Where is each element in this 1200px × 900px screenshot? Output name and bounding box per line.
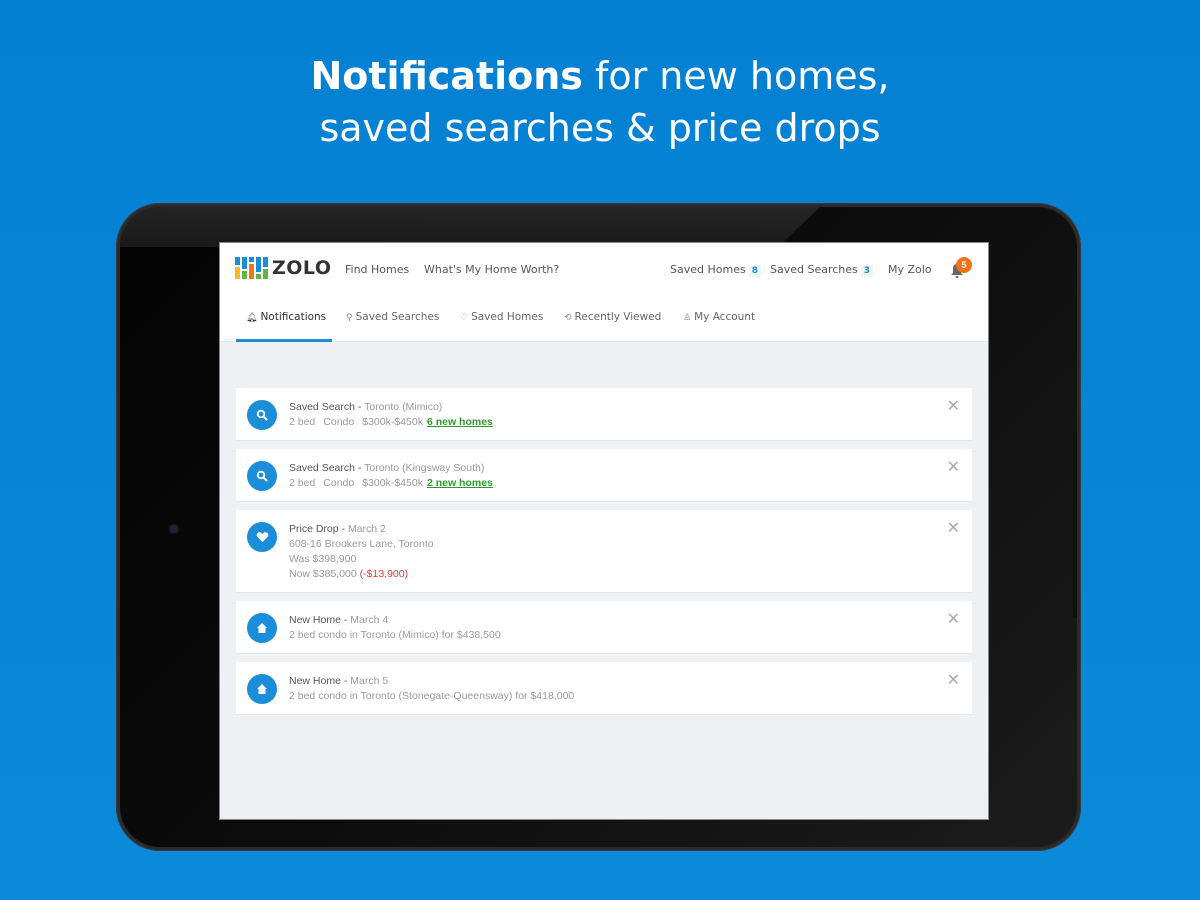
tab-saved-homes[interactable]: ♡ Saved Homes (460, 311, 543, 323)
notification-type: Price Drop (289, 523, 339, 535)
camera-icon (170, 525, 178, 533)
home-icon (247, 674, 277, 704)
active-tab-indicator (236, 339, 332, 342)
saved-search-icon: ⚲ (346, 313, 353, 323)
notification-meta: March 5 (350, 675, 389, 687)
beds: 2 bed (289, 416, 316, 428)
price-range: $300k-$450k (362, 416, 423, 428)
notification-item[interactable]: New Home - March 4 2 bed condo in Toront… (236, 601, 972, 654)
tab-recently-viewed[interactable]: ⟲ Recently Viewed (564, 311, 661, 323)
saved-homes-count-badge: 8 (748, 265, 761, 277)
nav-home-worth[interactable]: What's My Home Worth? (424, 263, 559, 276)
tablet-bezel: ZOLO Find Homes What's My Home Worth? Sa… (120, 207, 1077, 847)
tablet-frame: ZOLO Find Homes What's My Home Worth? Sa… (116, 203, 1081, 851)
notification-type: Saved Search (289, 462, 355, 474)
tab-label: Recently Viewed (574, 311, 662, 323)
search-icon (247, 461, 277, 491)
headline-line-1: Notifications for new homes, (0, 50, 1200, 102)
dismiss-button[interactable]: ✕ (947, 398, 960, 414)
property-kind: Condo (323, 477, 355, 489)
separator: - (354, 462, 365, 474)
new-homes-link[interactable]: 2 new homes (427, 477, 493, 489)
notification-item[interactable]: Price Drop - March 2 608-16 Brookers Lan… (236, 510, 972, 593)
top-nav: ZOLO Find Homes What's My Home Worth? Sa… (220, 243, 988, 295)
user-icon: ♙ (683, 313, 692, 323)
tab-notifications[interactable]: 🔔︎ Notifications (246, 311, 326, 323)
nav-saved-searches[interactable]: Saved Searches 3 (770, 263, 874, 277)
dismiss-button[interactable]: ✕ (947, 520, 960, 536)
separator: - (354, 401, 365, 413)
notification-item[interactable]: Saved Search - Toronto (Kingsway South) … (236, 449, 972, 502)
nav-saved-searches-label: Saved Searches (770, 263, 858, 276)
heart-icon (247, 522, 277, 552)
volume-button (1073, 433, 1077, 618)
bezel-glare (120, 207, 820, 247)
dismiss-button[interactable]: ✕ (947, 459, 960, 475)
beds: 2 bed (289, 477, 316, 489)
tab-label: Saved Homes (471, 311, 544, 323)
tab-saved-searches[interactable]: ⚲ Saved Searches (346, 311, 439, 323)
current-price-row: Now $385,000 (-$13,900) (289, 567, 972, 582)
notification-type: Saved Search (289, 401, 355, 413)
tab-my-account[interactable]: ♙ My Account (683, 311, 755, 323)
notification-list: Saved Search - Toronto (Mimico) 2 bed Con… (236, 388, 972, 723)
nav-my-zolo[interactable]: My Zolo (888, 263, 932, 276)
notification-count-badge: 5 (956, 257, 972, 273)
listing-description: 2 bed condo in Toronto (Mimico) for $438… (289, 629, 501, 641)
price-delta: (-$13,900) (359, 568, 409, 580)
notification-detail-row: 2 bed Condo $300k-$450k 2 new homes (289, 476, 972, 491)
nav-saved-homes-label: Saved Homes (670, 263, 746, 276)
listing-description: 2 bed condo in Toronto (Stonegate-Queens… (289, 690, 575, 702)
logo-text: ZOLO (272, 257, 332, 279)
notification-meta: March 2 (347, 523, 386, 535)
new-homes-link[interactable]: 6 new homes (427, 416, 493, 428)
logo-bars-icon (235, 257, 268, 279)
saved-searches-count-badge: 3 (860, 265, 874, 277)
headline-rest: for new homes, (582, 54, 890, 98)
tab-label: My Account (694, 311, 756, 323)
promo-headline: Notifications for new homes, saved searc… (0, 50, 1200, 154)
nav-find-homes[interactable]: Find Homes (345, 263, 409, 276)
zolo-logo[interactable]: ZOLO (235, 257, 332, 279)
notification-title-row: Price Drop - March 2 (289, 522, 972, 537)
previous-price: Was $398,900 (289, 553, 357, 565)
home-icon (247, 613, 277, 643)
tab-label: Notifications (260, 311, 327, 323)
notification-title-row: New Home - March 4 (289, 613, 972, 628)
app-screen: ZOLO Find Homes What's My Home Worth? Sa… (219, 242, 989, 820)
notification-title-row: Saved Search - Toronto (Kingsway South) (289, 461, 972, 476)
headline-bold: Notifications (310, 54, 583, 98)
notification-type: New Home (289, 614, 341, 626)
notification-title-row: New Home - March 5 (289, 674, 972, 689)
separator: - (340, 675, 351, 687)
notification-item[interactable]: Saved Search - Toronto (Mimico) 2 bed Con… (236, 388, 972, 441)
headline-line-2: saved searches & price drops (319, 106, 881, 150)
notification-meta: March 4 (350, 614, 389, 626)
search-icon (247, 400, 277, 430)
bell-icon: 🔔︎ (246, 313, 258, 323)
tab-label: Saved Searches (355, 311, 440, 323)
notification-title-row: Saved Search - Toronto (Mimico) (289, 400, 972, 415)
current-price: Now $385,000 (289, 568, 357, 580)
notification-item[interactable]: New Home - March 5 2 bed condo in Toront… (236, 662, 972, 715)
separator: - (340, 614, 351, 626)
price-range: $300k-$450k (362, 477, 423, 489)
notification-meta: Toronto (Kingsway South) (364, 462, 485, 474)
dismiss-button[interactable]: ✕ (947, 611, 960, 627)
address: 608-16 Brookers Lane, Toronto (289, 538, 434, 550)
dismiss-button[interactable]: ✕ (947, 672, 960, 688)
separator: - (338, 523, 348, 535)
notification-type: New Home (289, 675, 341, 687)
notification-meta: Toronto (Mimico) (364, 401, 443, 413)
account-tabs: 🔔︎ Notifications ⚲ Saved Searches ♡ Saved H… (220, 295, 988, 342)
heart-icon: ♡ (460, 313, 469, 323)
history-icon: ⟲ (564, 313, 572, 323)
property-kind: Condo (323, 416, 355, 428)
notification-detail-row: 2 bed Condo $300k-$450k 6 new homes (289, 415, 972, 430)
nav-saved-homes[interactable]: Saved Homes 8 (670, 263, 761, 277)
